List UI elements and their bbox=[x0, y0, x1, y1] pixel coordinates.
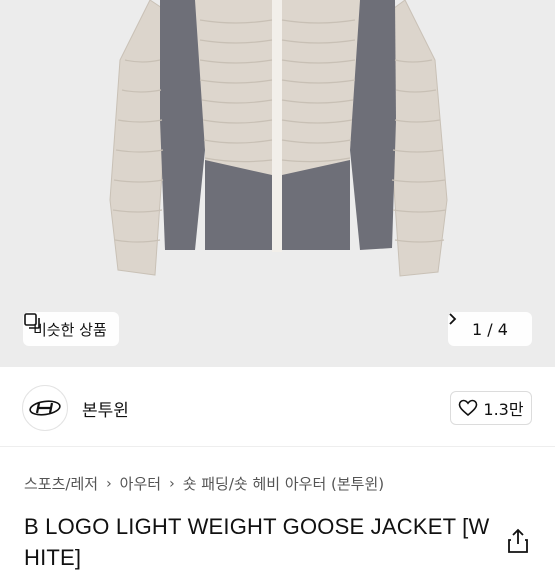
chevron-right-icon bbox=[449, 313, 457, 325]
seller-avatar[interactable] bbox=[22, 385, 68, 431]
breadcrumb-item-short-padding[interactable]: 숏 패딩/숏 헤비 아우터 (본투윈) bbox=[183, 473, 384, 494]
heart-icon bbox=[459, 399, 478, 417]
share-icon[interactable] bbox=[507, 528, 529, 554]
brand-logo-icon bbox=[29, 400, 61, 416]
pager-current: 1 / 4 bbox=[472, 319, 508, 339]
seller-row[interactable]: 본투윈 1.3만 bbox=[0, 367, 555, 447]
chevron-right-icon: › bbox=[169, 475, 175, 492]
product-title: B LOGO LIGHT WEIGHT GOOSE JACKET [WHITE] bbox=[24, 514, 490, 570]
product-image[interactable]: 비슷한 상품 1 / 4 bbox=[0, 0, 555, 367]
similar-products-button[interactable]: 비슷한 상품 bbox=[23, 312, 119, 346]
breadcrumb-item-sports[interactable]: 스포츠/레저 bbox=[24, 473, 98, 494]
seller-name[interactable]: 본투윈 bbox=[82, 396, 129, 421]
similar-items-icon bbox=[24, 313, 40, 329]
image-pager[interactable]: 1 / 4 bbox=[448, 312, 532, 346]
chevron-right-icon: › bbox=[106, 475, 112, 492]
like-count: 1.3만 bbox=[483, 400, 524, 419]
similar-products-label: 비슷한 상품 bbox=[33, 320, 107, 339]
breadcrumb-item-outer[interactable]: 아우터 bbox=[120, 473, 161, 494]
like-button[interactable]: 1.3만 bbox=[450, 391, 532, 425]
breadcrumb: 스포츠/레저 › 아우터 › 숏 패딩/숏 헤비 아우터 (본투윈) bbox=[24, 473, 384, 494]
